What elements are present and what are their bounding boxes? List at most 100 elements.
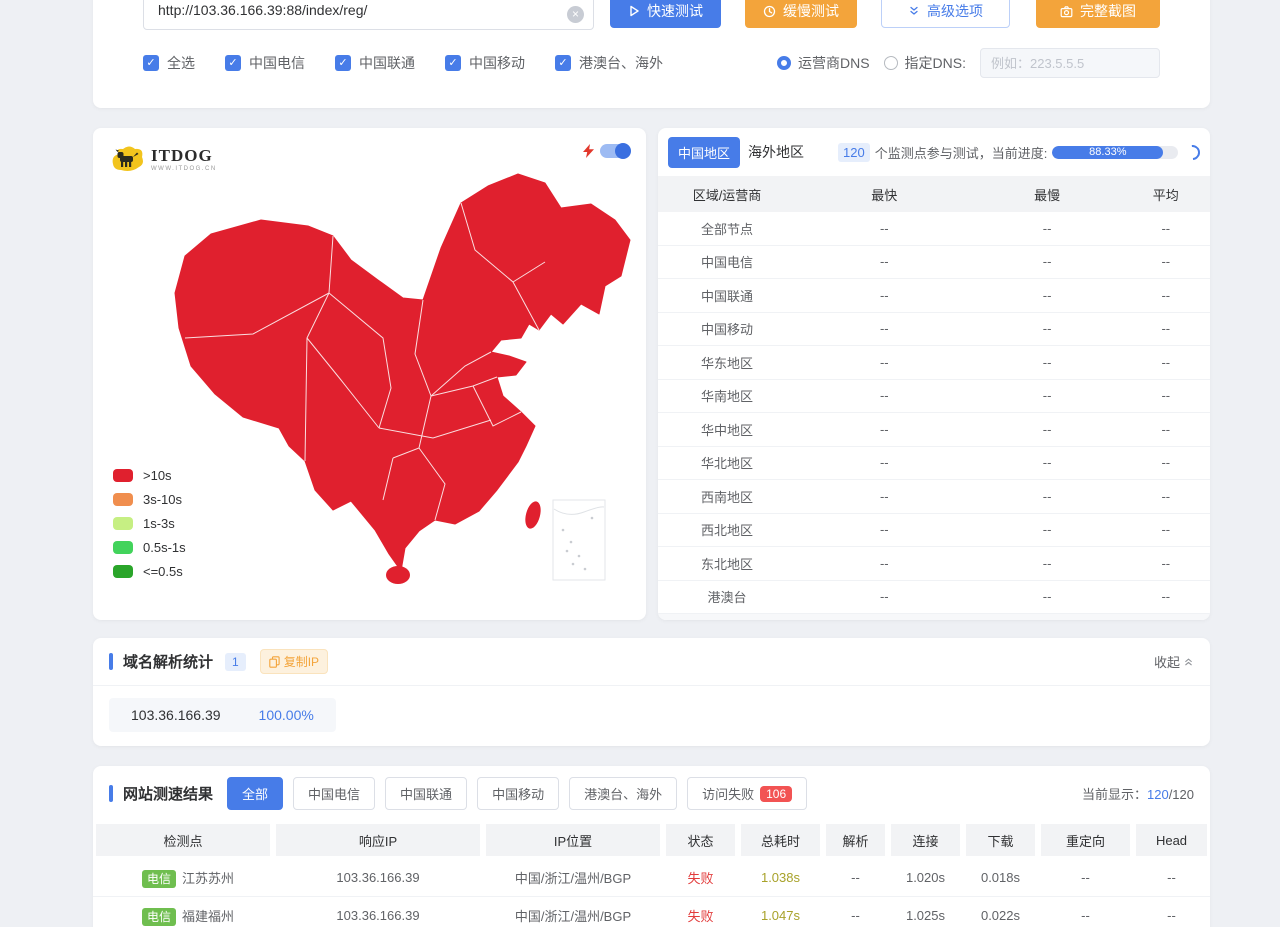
content-column: × 快速测试 缓慢测试 高级选项 完整截图 [93,0,1210,927]
col-status: 状态 [663,821,738,859]
quick-test-label: 快速测试 [647,1,703,21]
cell-status: 失败 [663,897,738,927]
section-accent-bar [109,653,113,670]
map-legend: >10s 3s-10s 1s-3s 0.5s-1s <=0.5s [113,468,186,588]
slow-test-label: 缓慢测试 [783,1,839,21]
lightning-icon [583,144,594,158]
progress-bar: 88.33% [1052,146,1178,159]
section-accent-bar [109,785,113,802]
col-response-ip: 响应IP [273,821,483,859]
results-title: 网站测速结果 [123,783,213,804]
results-table-header-row: 检测点 响应IP IP位置 状态 总耗时 解析 连接 下载 重定向 Head [93,821,1210,859]
carrier-checkbox[interactable]: ✓ 全选 [143,53,195,73]
region-slowest: -- [973,589,1122,604]
region-name: 中国移动 [658,319,796,338]
camera-icon [1060,5,1073,18]
legend-swatch [113,517,133,530]
region-slowest: -- [973,355,1122,370]
operator-dns-radio[interactable]: 运营商DNS [777,53,870,73]
cell-node: 电信福建福州 [93,897,273,927]
dog-logo-icon [111,144,145,174]
checkbox-label: 中国移动 [469,53,525,73]
checkbox-label: 中国联通 [359,53,415,73]
options-row: ✓ 全选 ✓ 中国电信 ✓ 中国联通 ✓ 中国移动 ✓ 港澳台、海外 [143,48,1160,78]
ip-entry: 103.36.166.39 100.00% [109,698,336,732]
dns-stats-card: 域名解析统计 1 复制IP 收起 103.36.166.39 100.00% [93,638,1210,746]
tab-carrier[interactable]: 中国电信 [293,777,375,810]
realtime-toggle[interactable] [600,144,630,158]
tab-carrier[interactable]: 港澳台、海外 [569,777,677,810]
clear-input-icon[interactable]: × [567,6,584,23]
carrier-checkbox[interactable]: ✓ 港澳台、海外 [555,53,663,73]
loading-spinner-icon [1182,141,1203,162]
cell-ip-location: 中国/浙江/温州/BGP [483,897,663,927]
tab-all[interactable]: 全部 [227,777,283,810]
cell-redirect: -- [1038,897,1133,927]
col-average: 平均 [1122,185,1210,204]
col-resolve: 解析 [823,821,888,859]
copy-ip-button[interactable]: 复制IP [260,649,328,674]
tab-fail[interactable]: 访问失败 106 [687,777,807,810]
region-fastest: -- [796,254,973,269]
play-icon [628,5,640,17]
cell-head: -- [1133,859,1210,897]
legend-swatch [113,469,133,482]
slow-test-button[interactable]: 缓慢测试 [745,0,857,28]
legend-item: <=0.5s [113,564,186,579]
region-average: -- [1122,455,1210,470]
url-input[interactable] [143,0,594,30]
region-slowest: -- [973,254,1122,269]
region-name: 西北地区 [658,520,796,539]
region-row: 中国移动 -- -- -- [658,313,1210,347]
cell-resolve: -- [823,897,888,927]
region-table-header: 区域/运营商 最快 最慢 平均 [658,176,1210,212]
region-average: -- [1122,489,1210,504]
progress-fill: 88.33% [1052,146,1163,159]
region-slowest: -- [973,422,1122,437]
region-row: 东北地区 -- -- -- [658,547,1210,581]
cell-connect: 1.025s [888,897,963,927]
resolved-percent: 100.00% [259,707,314,723]
region-name: 全部节点 [658,219,796,238]
region-name: 东北地区 [658,554,796,573]
region-name: 华东地区 [658,353,796,372]
tab-carrier[interactable]: 中国联通 [385,777,467,810]
col-connect: 连接 [888,821,963,859]
dns-stats-title: 域名解析统计 [123,651,213,672]
monitor-count-badge: 120 [838,143,870,162]
tab-overseas-region[interactable]: 海外地区 [748,142,804,162]
result-row: 电信福建福州 103.36.166.39 中国/浙江/温州/BGP 失败 1.0… [93,897,1210,927]
region-fastest: -- [796,455,973,470]
region-slowest: -- [973,288,1122,303]
cell-connect: 1.020s [888,859,963,897]
col-total-time: 总耗时 [738,821,823,859]
full-screenshot-button[interactable]: 完整截图 [1036,0,1160,28]
middle-row: ITDOG WWW.ITDOG.CN [93,128,1210,620]
region-row: 华南地区 -- -- -- [658,380,1210,414]
tab-carrier[interactable]: 中国移动 [477,777,559,810]
region-average: -- [1122,355,1210,370]
quick-test-button[interactable]: 快速测试 [610,0,721,28]
region-average: -- [1122,288,1210,303]
legend-item: 1s-3s [113,516,186,531]
col-slowest: 最慢 [973,185,1122,204]
col-download: 下载 [963,821,1038,859]
cell-node: 电信江苏苏州 [93,859,273,897]
custom-dns-input[interactable] [980,48,1160,78]
collapse-button[interactable]: 收起 [1154,652,1194,671]
region-row: 西北地区 -- -- -- [658,514,1210,548]
checkbox-checked-icon: ✓ [335,55,351,71]
region-fastest: -- [796,589,973,604]
region-slowest: -- [973,489,1122,504]
tab-china-region[interactable]: 中国地区 [668,137,740,168]
cell-ip-location: 中国/浙江/温州/BGP [483,859,663,897]
carrier-checkbox[interactable]: ✓ 中国电信 [225,53,305,73]
progress-label: 个监测点参与测试，当前进度: [875,143,1048,162]
region-row: 华东地区 -- -- -- [658,346,1210,380]
custom-dns-radio[interactable]: 指定DNS: [884,53,966,73]
advanced-options-button[interactable]: 高级选项 [881,0,1010,28]
carrier-checkbox[interactable]: ✓ 中国移动 [445,53,525,73]
col-head: Head [1133,821,1210,859]
south-china-sea-inset [553,500,605,580]
carrier-checkbox[interactable]: ✓ 中国联通 [335,53,415,73]
